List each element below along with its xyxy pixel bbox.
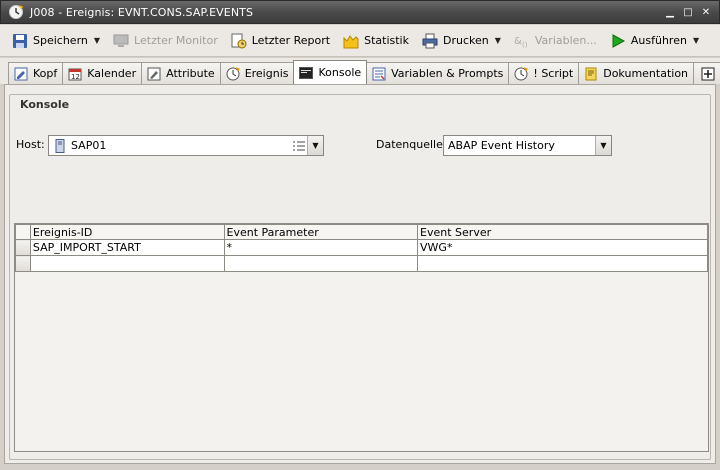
- save-label: Speichern: [33, 34, 88, 47]
- statistics-chart-icon: [342, 32, 360, 50]
- cell-event-id[interactable]: [29, 255, 225, 272]
- tab-kalender[interactable]: 12 Kalender: [62, 62, 143, 84]
- monitor-icon: [112, 32, 130, 50]
- event-grid: Ereignis-ID Event Parameter Event Server…: [14, 223, 709, 452]
- documentation-icon: [583, 66, 599, 82]
- tab-label: Kopf: [33, 67, 58, 80]
- table-row[interactable]: SAP_IMPORT_START * VWG*: [15, 239, 708, 256]
- calendar-icon: 12: [67, 66, 83, 82]
- cell-event-server[interactable]: VWG*: [417, 239, 708, 256]
- host-label: Host:: [16, 138, 45, 151]
- tab-label: Attribute: [166, 67, 215, 80]
- cell-event-parameter[interactable]: *: [223, 239, 419, 256]
- close-button[interactable]: ✕: [699, 5, 713, 19]
- minimize-button[interactable]: ▁: [663, 5, 677, 19]
- play-icon: [609, 32, 627, 50]
- tab-dokumentation[interactable]: Dokumentation: [578, 62, 695, 84]
- tab-bar: Kopf 12 Kalender Attribute Ereignis Kons…: [0, 58, 720, 84]
- variables-label: Variablen...: [534, 34, 597, 47]
- column-header[interactable]: Event Parameter: [223, 224, 419, 240]
- tab-konsole[interactable]: Konsole: [293, 60, 368, 84]
- tab-variablen-prompts[interactable]: Variablen & Prompts: [366, 62, 510, 84]
- print-dropdown-icon[interactable]: ▼: [495, 36, 501, 45]
- row-header-corner: [15, 224, 31, 240]
- host-value: SAP01: [71, 139, 107, 152]
- tab-label: Dokumentation: [603, 67, 689, 80]
- variables-icon: [371, 66, 387, 82]
- header-icon: [13, 66, 29, 82]
- svg-text:&: &: [514, 36, 522, 47]
- list-lookup-icon[interactable]: [291, 136, 307, 155]
- execute-label: Ausführen: [630, 34, 687, 47]
- row-header[interactable]: [15, 239, 31, 256]
- plus-icon: [700, 66, 716, 82]
- tab-script[interactable]: ! Script: [508, 62, 580, 84]
- tab-label: Kalender: [87, 67, 137, 80]
- console-icon: [298, 65, 314, 81]
- title-bar: J008 - Ereignis: EVNT.CONS.SAP.EVENTS ▁ …: [0, 0, 720, 24]
- print-label: Drucken: [443, 34, 489, 47]
- floppy-disk-icon: [11, 32, 29, 50]
- last-report-button[interactable]: Letzter Report: [227, 29, 333, 53]
- maximize-button[interactable]: □: [681, 5, 695, 19]
- datasource-value: ABAP Event History: [448, 139, 555, 152]
- tab-label: Konsole: [318, 66, 362, 79]
- tab-ereignis[interactable]: Ereignis: [219, 62, 295, 84]
- tab-label: Ereignis: [244, 67, 289, 80]
- datasource-dropdown-icon[interactable]: ▼: [595, 136, 611, 155]
- svg-text:12: 12: [71, 73, 80, 81]
- tab-attribute[interactable]: Attribute: [141, 62, 221, 84]
- statistics-label: Statistik: [364, 34, 409, 47]
- cell-event-parameter[interactable]: [223, 255, 419, 272]
- group-title: Konsole: [18, 98, 72, 111]
- tab-label: ! Script: [533, 67, 574, 80]
- last-monitor-button[interactable]: Letzter Monitor: [109, 29, 221, 53]
- last-monitor-label: Letzter Monitor: [134, 34, 218, 47]
- datasource-select[interactable]: ABAP Event History ▼: [443, 135, 612, 156]
- job-clock-icon: [8, 4, 24, 20]
- server-icon: [49, 138, 67, 153]
- execute-dropdown-icon[interactable]: ▼: [693, 36, 699, 45]
- cell-event-id[interactable]: SAP_IMPORT_START: [29, 239, 225, 256]
- printer-icon: [421, 32, 439, 50]
- column-header[interactable]: Ereignis-ID: [29, 224, 225, 240]
- window-title: J008 - Ereignis: EVNT.CONS.SAP.EVENTS: [30, 5, 254, 19]
- row-header[interactable]: [15, 255, 31, 272]
- last-report-label: Letzter Report: [251, 34, 331, 47]
- variables-icon: &(): [513, 32, 531, 50]
- svg-text:(): (): [522, 41, 528, 49]
- print-button[interactable]: Drucken ▼: [418, 29, 504, 53]
- tab-label: Variablen & Prompts: [391, 67, 504, 80]
- cell-event-server[interactable]: [417, 255, 708, 272]
- table-row-new[interactable]: [15, 255, 708, 272]
- statistics-button[interactable]: Statistik: [339, 29, 412, 53]
- host-dropdown-icon[interactable]: ▼: [307, 136, 323, 155]
- attributes-icon: [146, 66, 162, 82]
- tab-kopf[interactable]: Kopf: [8, 62, 64, 84]
- toolbar: Speichern ▼ Letzter Monitor Letzter Repo…: [0, 25, 720, 57]
- column-header[interactable]: Event Server: [417, 224, 708, 240]
- execute-button[interactable]: Ausführen ▼: [606, 29, 702, 53]
- report-clock-icon: [230, 32, 248, 50]
- console-panel: Konsole Host: SAP01 ▼ Datenquelle: ABAP …: [4, 84, 716, 464]
- save-button[interactable]: Speichern ▼: [8, 29, 103, 53]
- add-tab-button[interactable]: [693, 62, 720, 84]
- variables-button[interactable]: &() Variablen...: [510, 29, 600, 53]
- save-dropdown-icon[interactable]: ▼: [94, 36, 100, 45]
- host-combo[interactable]: SAP01 ▼: [48, 135, 324, 156]
- script-icon: [513, 66, 529, 82]
- datasource-label: Datenquelle:: [376, 138, 447, 151]
- event-clock-icon: [225, 66, 241, 82]
